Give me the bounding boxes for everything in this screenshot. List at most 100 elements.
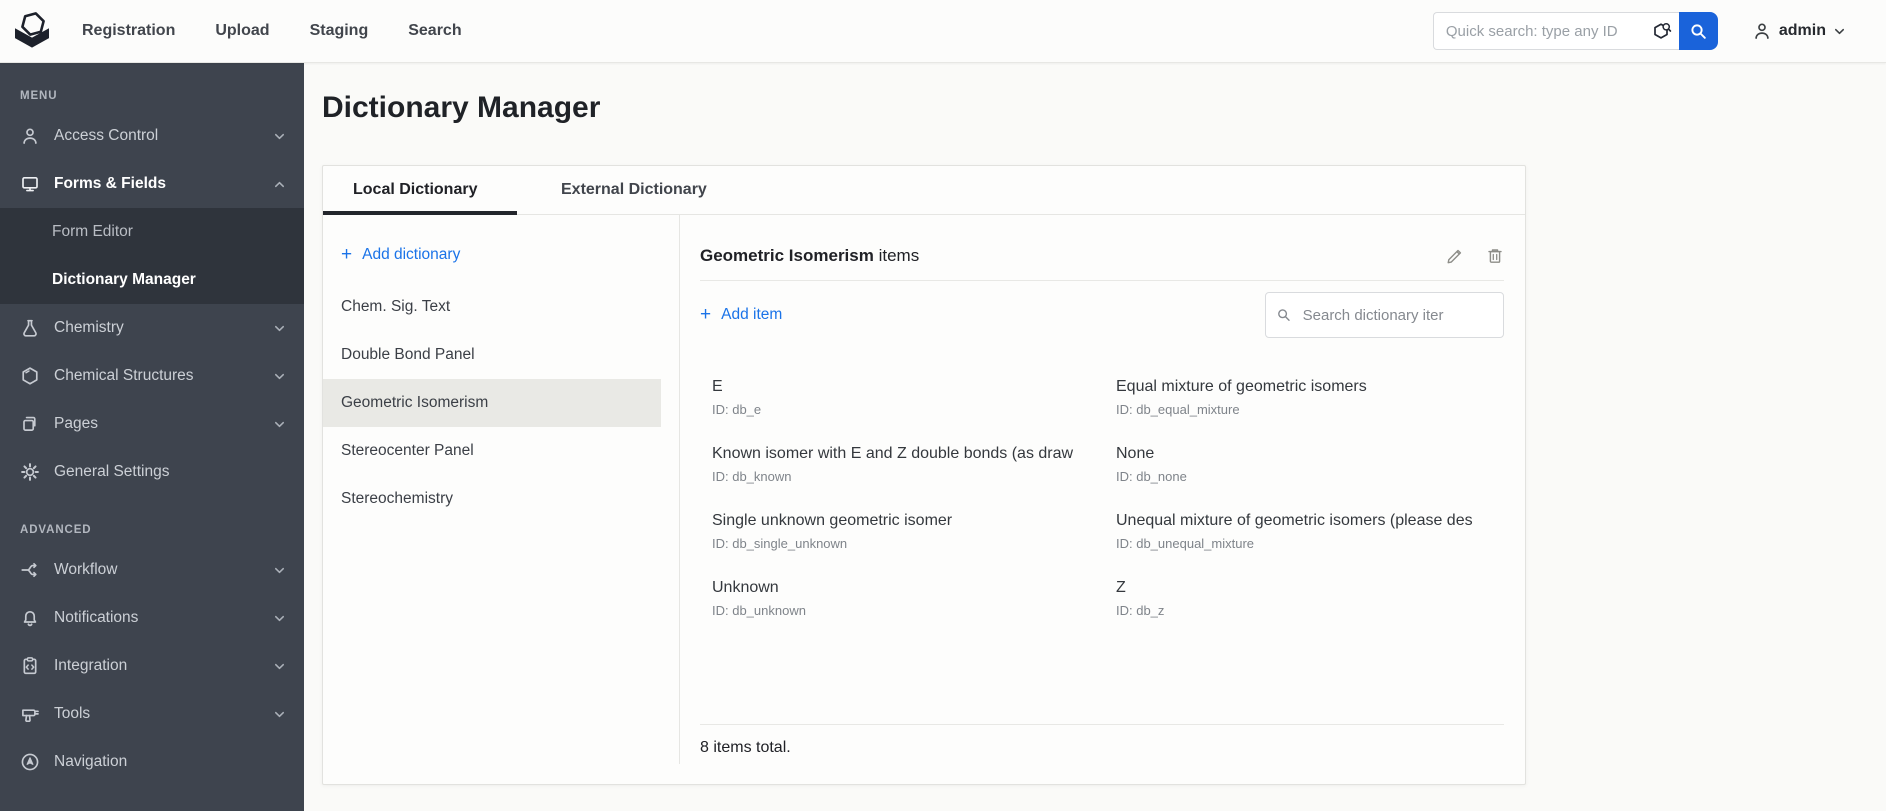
sidebar-item-general-settings[interactable]: General Settings	[0, 448, 304, 496]
sidebar-item-label: Pages	[54, 415, 98, 432]
person-icon	[20, 126, 40, 146]
search-icon	[1278, 309, 1290, 321]
sidebar: MENU Access Control Forms & Fields Form …	[0, 62, 304, 811]
dictionary-entry[interactable]: Unequal mixture of geometric isomers (pl…	[1116, 511, 1504, 552]
user-menu[interactable]: admin	[1752, 21, 1846, 41]
drill-icon	[20, 704, 40, 724]
footer-divider	[700, 724, 1504, 725]
item-search-input[interactable]	[1300, 305, 1493, 325]
dictionary-entry[interactable]: Known isomer with E and Z double bonds (…	[712, 444, 1116, 485]
add-item-label: Add item	[721, 306, 783, 323]
dictionary-entry[interactable]: Equal mixture of geometric isomers ID: d…	[1116, 377, 1504, 418]
entry-name: Single unknown geometric isomer	[712, 512, 953, 529]
entry-id: ID: db_none	[1116, 469, 1187, 484]
dictionary-entry[interactable]: Unknown ID: db_unknown	[712, 578, 1116, 619]
tab-local-dictionary[interactable]: Local Dictionary	[323, 166, 517, 215]
sidebar-item-label: Workflow	[54, 561, 118, 578]
sidebar-item-forms-fields[interactable]: Forms & Fields	[0, 160, 304, 208]
nav-link-registration[interactable]: Registration	[82, 22, 175, 40]
benzene-hexagon-icon	[20, 366, 40, 386]
hexagon-box-logo-icon	[15, 12, 49, 48]
detail-title-suffix: items	[873, 246, 920, 265]
nav-link-staging[interactable]: Staging	[310, 22, 369, 40]
quick-search-button[interactable]	[1678, 12, 1718, 50]
dictionary-item-chem-sig-text[interactable]: Chem. Sig. Text	[323, 283, 661, 331]
dictionary-item-stereochemistry[interactable]: Stereochemistry	[323, 475, 661, 523]
chevron-down-icon	[273, 708, 286, 721]
dictionary-entry[interactable]: E ID: db_e	[712, 377, 1116, 418]
add-item-button[interactable]: + Add item	[700, 291, 782, 339]
sidebar-item-label: Chemical Structures	[54, 367, 194, 384]
entry-id: ID: db_unknown	[712, 603, 806, 618]
chevron-down-icon	[1834, 28, 1845, 34]
app-window: Registration Upload Staging Search Quick…	[0, 0, 1886, 811]
chevron-down-icon	[273, 612, 286, 625]
dictionary-entry[interactable]: Z ID: db_z	[1116, 578, 1504, 619]
dictionary-item-double-bond-panel[interactable]: Double Bond Panel	[323, 331, 661, 379]
sidebar-item-pages[interactable]: Pages	[0, 400, 304, 448]
sidebar-item-integration[interactable]: Integration	[0, 642, 304, 690]
entry-id: ID: db_unequal_mixture	[1116, 536, 1255, 551]
sidebar-item-tools[interactable]: Tools	[0, 690, 304, 738]
entry-id: ID: db_known	[712, 469, 792, 484]
person-icon	[1755, 23, 1769, 39]
add-dictionary-label: Add dictionary	[362, 246, 461, 263]
plus-icon: +	[700, 304, 712, 325]
sidebar-item-access-control[interactable]: Access Control	[0, 112, 304, 160]
dictionary-entry[interactable]: None ID: db_none	[1116, 444, 1504, 485]
nav-link-upload[interactable]: Upload	[215, 22, 269, 40]
gear-icon	[20, 462, 40, 482]
sidebar-item-label: Tools	[54, 705, 91, 722]
chevron-down-icon	[273, 130, 286, 143]
page-title: Dictionary Manager	[322, 91, 601, 124]
add-dictionary-button[interactable]: + Add dictionary	[323, 231, 679, 279]
sidebar-item-label: General Settings	[54, 463, 170, 480]
detail-title-name: Geometric Isomerism	[700, 246, 874, 265]
app-logo[interactable]	[10, 9, 54, 53]
sidebar-item-workflow[interactable]: Workflow	[0, 546, 304, 594]
plus-icon: +	[341, 244, 353, 265]
sidebar-item-dictionary-manager[interactable]: Dictionary Manager	[0, 256, 304, 304]
entry-name: None	[1116, 445, 1155, 462]
sidebar-item-label: Notifications	[54, 609, 139, 626]
monitor-icon	[20, 174, 40, 194]
sidebar-item-notifications[interactable]: Notifications	[0, 594, 304, 642]
quick-search-input[interactable]	[1433, 22, 1679, 40]
dictionary-item-geometric-isomerism[interactable]: Geometric Isomerism	[323, 379, 661, 427]
items-count: 8 items total.	[700, 739, 791, 756]
sidebar-item-navigation[interactable]: Navigation	[0, 738, 304, 786]
sidebar-item-chemistry[interactable]: Chemistry	[0, 304, 304, 352]
entry-name: Known isomer with E and Z double bonds (…	[712, 445, 1074, 462]
dictionary-list-panel: + Add dictionary Chem. Sig. Text Double …	[323, 215, 679, 784]
quick-search	[1432, 12, 1718, 50]
structure-search-icon[interactable]	[1651, 21, 1673, 43]
chevron-down-icon	[273, 418, 286, 431]
entry-name: E	[712, 378, 723, 395]
items-grid: E ID: db_e Equal mixture of geometric is…	[712, 377, 1504, 619]
dictionary-detail-panel: Geometric Isomerism items + Add item Sea…	[679, 215, 1525, 784]
sidebar-item-chemical-structures[interactable]: Chemical Structures	[0, 352, 304, 400]
sidebar-section-menu: MENU	[20, 90, 58, 102]
items-toolbar: + Add item	[700, 291, 1504, 339]
nav-link-search[interactable]: Search	[408, 22, 461, 40]
clipboard-code-icon	[20, 656, 40, 676]
chevron-up-icon	[273, 178, 286, 191]
main-content: Dictionary Manager Local Dictionary Exte…	[304, 62, 1886, 811]
entry-id: ID: db_single_unknown	[712, 536, 848, 551]
delete-trash-icon[interactable]	[1486, 247, 1504, 265]
dictionary-item-stereocenter-panel[interactable]: Stereocenter Panel	[323, 427, 661, 475]
entry-name: Unequal mixture of geometric isomers (pl…	[1116, 512, 1473, 529]
sidebar-item-label: Navigation	[54, 753, 128, 770]
sidebar-item-label: Access Control	[54, 127, 159, 144]
edit-pencil-icon[interactable]	[1446, 247, 1464, 265]
compass-arrow-icon	[20, 752, 40, 772]
sidebar-section-advanced: ADVANCED	[20, 524, 92, 536]
entry-name: Unknown	[712, 579, 779, 596]
sidebar-item-label: Integration	[54, 657, 128, 674]
flask-icon	[20, 318, 40, 338]
detail-header: Geometric Isomerism items	[700, 246, 1504, 266]
sidebar-item-form-editor[interactable]: Form Editor	[0, 208, 304, 256]
tab-external-dictionary[interactable]: External Dictionary	[561, 166, 707, 214]
dictionary-entry[interactable]: Single unknown geometric isomer ID: db_s…	[712, 511, 1116, 552]
sidebar-item-label: Form Editor	[52, 223, 133, 240]
